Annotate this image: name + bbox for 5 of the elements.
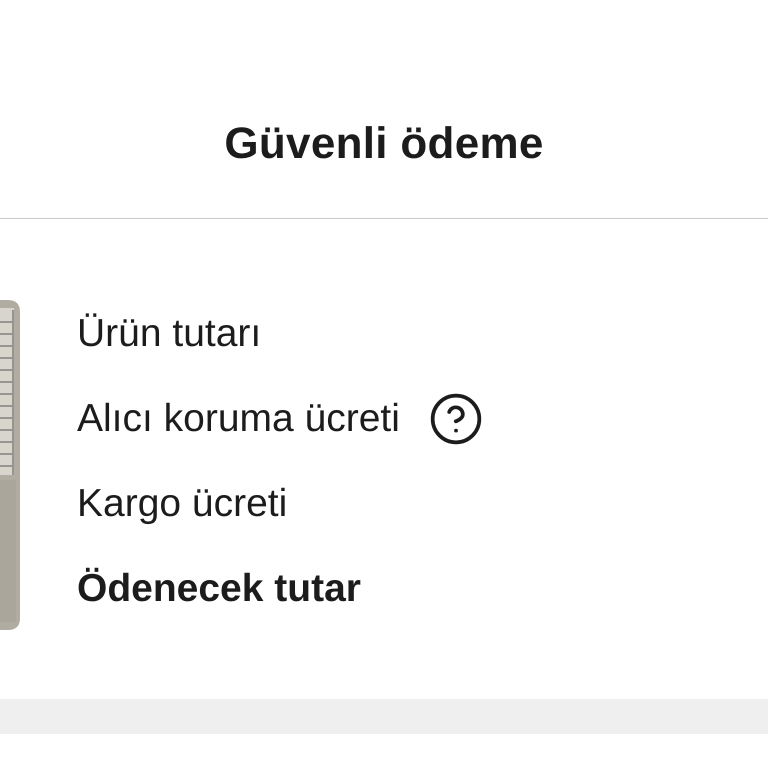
label: Ödenecek tutar — [77, 567, 361, 611]
label: Kargo ücreti — [77, 482, 288, 526]
label: Ürün tutarı — [77, 312, 262, 356]
label: Alıcı koruma ücreti — [77, 397, 400, 441]
page-title: Güvenli ödeme — [224, 119, 544, 169]
